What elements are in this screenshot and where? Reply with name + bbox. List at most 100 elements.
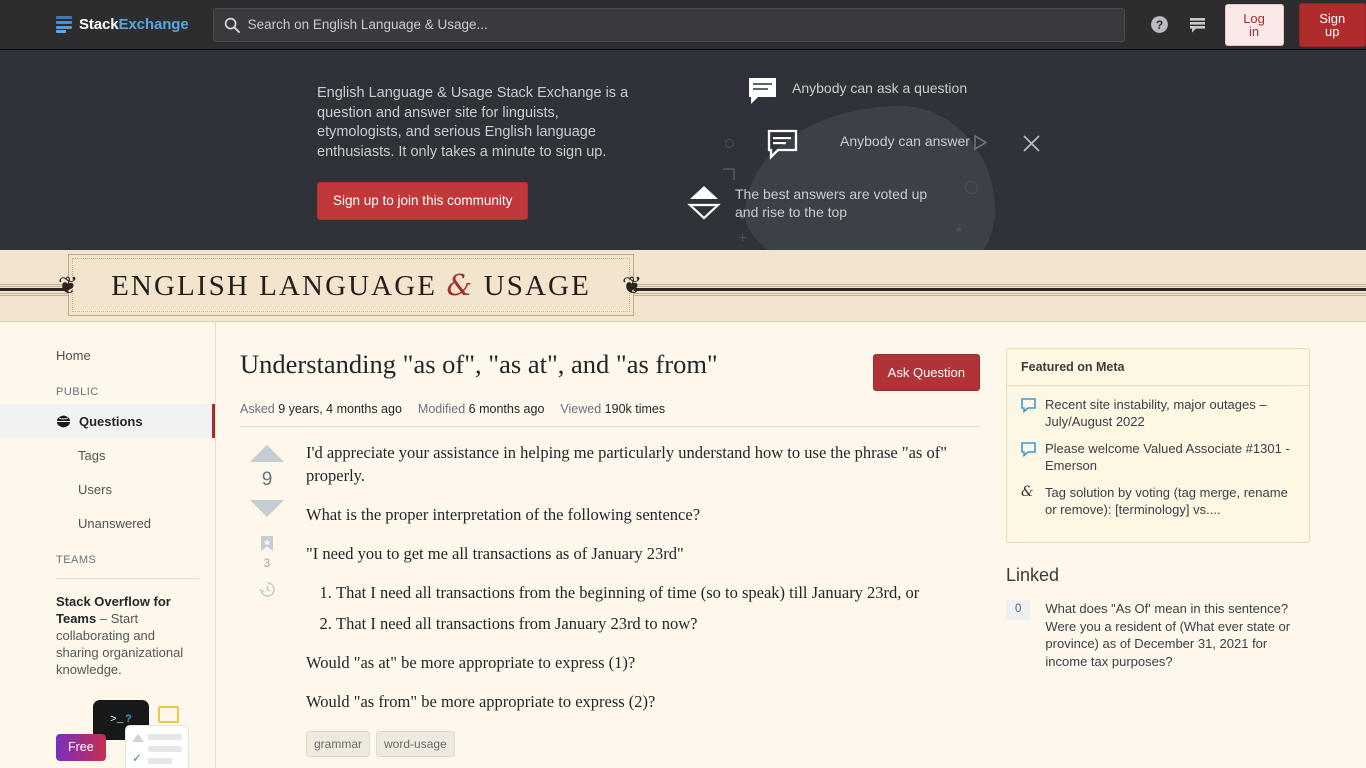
- ampersand-icon: &: [1021, 484, 1034, 500]
- top-nav-actions: ? Log in Sign up: [1147, 2, 1366, 47]
- svg-text:?: ?: [1155, 18, 1162, 32]
- search-icon: [224, 17, 240, 33]
- hero-feature-text: Anybody can ask a question: [792, 80, 968, 96]
- meta-viewed-label: Viewed: [560, 402, 602, 416]
- teams-promo-block[interactable]: Stack Overflow for Teams – Start collabo…: [56, 578, 199, 768]
- question-paragraph: Would "as at" be more appropriate to exp…: [306, 653, 636, 672]
- featured-on-meta-list: Recent site instability, major outages –…: [1007, 386, 1309, 542]
- signup-hero-banner: + + English Language & Usage Stack Excha…: [0, 50, 1366, 250]
- ornament-icon: ❦: [58, 272, 79, 299]
- featured-meta-text: Please welcome Valued Associate #1301 - …: [1045, 441, 1290, 473]
- stack-exchange-logo[interactable]: StackExchange: [56, 16, 189, 33]
- meta-viewed: Viewed 190k times: [560, 402, 665, 416]
- linked-question-text: What does "As Of' mean in this sentence?…: [1045, 601, 1291, 669]
- speech-bubble-blue-icon: [1021, 442, 1036, 457]
- site-logo-title: ENGLISH LANGUAGE & USAGE: [111, 268, 591, 303]
- sidebar-item-home[interactable]: Home: [0, 338, 215, 372]
- logo-stack-text: Stack: [79, 16, 119, 33]
- speech-bubble-outline-icon: [767, 129, 798, 160]
- meta-asked-label: Asked: [240, 402, 275, 416]
- question-header: Understanding "as of", "as at", and "as …: [240, 322, 980, 391]
- featured-meta-item[interactable]: & Tag solution by voting (tag merge, ren…: [1021, 484, 1295, 518]
- hero-feature-list: Anybody can ask a question Anybody can a…: [687, 76, 1047, 244]
- signup-community-button[interactable]: Sign up to join this community: [317, 182, 529, 220]
- arrow-up-icon[interactable]: [250, 445, 284, 462]
- arrow-down-icon[interactable]: [250, 500, 284, 517]
- meta-modified-label: Modified: [417, 402, 466, 416]
- question-column: Understanding "as of", "as at", and "as …: [240, 322, 980, 768]
- page-body: Home PUBLIC Questions Tags Users Unanswe…: [0, 322, 1366, 768]
- speech-bubble-blue-icon: [1021, 398, 1036, 413]
- answer-card-icon: ✓: [126, 726, 188, 768]
- search-input[interactable]: [247, 17, 1115, 32]
- meta-viewed-value: 190k times: [604, 402, 666, 416]
- tag-word-usage[interactable]: word-usage: [376, 731, 455, 757]
- list-item: That I need all transactions from Januar…: [336, 612, 980, 635]
- vote-count: 9: [261, 469, 273, 490]
- sidebar-item-label: Tags: [78, 447, 106, 463]
- bookmark-count: 3: [263, 558, 271, 570]
- hero-left-column: English Language & Usage Stack Exchange …: [317, 84, 647, 244]
- hero-feature-item: The best answers are voted up and rise t…: [687, 182, 1047, 222]
- bookmark-icon[interactable]: [260, 535, 274, 555]
- left-sidebar: Home PUBLIC Questions Tags Users Unanswe…: [0, 322, 216, 768]
- hero-feature-item: Anybody can answer: [767, 129, 1047, 160]
- meta-asked: Asked 9 years, 4 months ago: [240, 402, 402, 416]
- stack-exchange-logo-text: StackExchange: [79, 16, 189, 33]
- login-button[interactable]: Log in: [1224, 3, 1284, 46]
- close-x-icon[interactable]: [1022, 134, 1041, 156]
- meta-modified: Modified 6 months ago: [418, 402, 544, 416]
- vote-column: 9 3: [240, 441, 294, 757]
- hero-feature-text: The best answers are voted up and rise t…: [735, 186, 928, 220]
- speech-bubble-filled-icon: [749, 78, 776, 104]
- site-logo-part1: ENGLISH LANGUAGE: [111, 269, 438, 302]
- play-triangle-icon[interactable]: [972, 134, 988, 151]
- featured-on-meta-header: Featured on Meta: [1007, 349, 1309, 386]
- site-logo-ampersand: &: [446, 267, 475, 302]
- featured-meta-item[interactable]: Recent site instability, major outages –…: [1021, 396, 1295, 430]
- sidebar-item-unanswered[interactable]: Unanswered: [0, 506, 215, 540]
- globe-icon: [56, 414, 71, 429]
- stack-logo-icon: [56, 16, 72, 33]
- vote-arrows-icon: [687, 186, 721, 220]
- search-bar[interactable]: [212, 7, 1126, 42]
- free-badge: Free: [56, 734, 106, 761]
- sidebar-item-questions[interactable]: Questions: [0, 404, 215, 438]
- sidebar-item-label: Home: [56, 347, 91, 363]
- site-logo-banner: ENGLISH LANGUAGE & USAGE ❦ ❦: [0, 250, 1366, 322]
- sidebar-item-label: Unanswered: [78, 515, 151, 531]
- ask-question-button[interactable]: Ask Question: [872, 354, 980, 391]
- question-paragraph: What is the proper interpretation of the…: [306, 505, 701, 524]
- question-paragraph: I'd appreciate your assistance in helpin…: [306, 443, 947, 485]
- sidebar-item-label: Users: [78, 481, 112, 497]
- terminal-prompt: >_: [110, 713, 124, 726]
- sidebar-item-users[interactable]: Users: [0, 472, 215, 506]
- featured-meta-text: Recent site instability, major outages –…: [1045, 397, 1267, 429]
- featured-meta-item[interactable]: Please welcome Valued Associate #1301 - …: [1021, 440, 1295, 474]
- hero-feature-item: Anybody can ask a question: [747, 76, 1047, 107]
- question-paragraph: "I need you to get me all transactions a…: [306, 544, 684, 563]
- stack-inbox-icon[interactable]: [1186, 13, 1210, 37]
- site-logo-link[interactable]: ENGLISH LANGUAGE & USAGE: [68, 254, 634, 316]
- sidebar-item-label: Questions: [79, 413, 143, 429]
- featured-meta-text: Tag solution by voting (tag merge, renam…: [1045, 485, 1288, 517]
- signup-button[interactable]: Sign up: [1298, 2, 1366, 47]
- linked-question-item[interactable]: 0 What does "As Of' mean in this sentenc…: [1006, 600, 1310, 670]
- sidebar-section-public: PUBLIC: [56, 386, 99, 398]
- tag-grammar[interactable]: grammar: [306, 731, 371, 757]
- question-body-wrapper: 9 3 I'd appreciate your assistance in he…: [240, 427, 980, 757]
- top-navigation-bar: StackExchange ? Log in Sign up: [0, 0, 1366, 50]
- help-circle-icon[interactable]: ?: [1147, 13, 1171, 37]
- sidebar-item-tags[interactable]: Tags: [0, 438, 215, 472]
- hero-feature-text: Anybody can answer: [840, 133, 970, 149]
- question-list: That I need all transactions from the be…: [336, 581, 980, 635]
- history-clock-icon[interactable]: [258, 581, 276, 601]
- linked-header: Linked: [1006, 565, 1060, 585]
- meta-modified-value: 6 months ago: [468, 402, 545, 416]
- list-item: That I need all transactions from the be…: [336, 581, 980, 604]
- question-text: I'd appreciate your assistance in helpin…: [294, 441, 980, 757]
- ornament-icon: ❦: [622, 272, 643, 299]
- main-content: Understanding "as of", "as at", and "as …: [216, 322, 1366, 768]
- featured-on-meta-card: Featured on Meta Recent site instability…: [1006, 348, 1310, 543]
- teams-promo-artwork: >_? ✓ Free: [56, 694, 199, 768]
